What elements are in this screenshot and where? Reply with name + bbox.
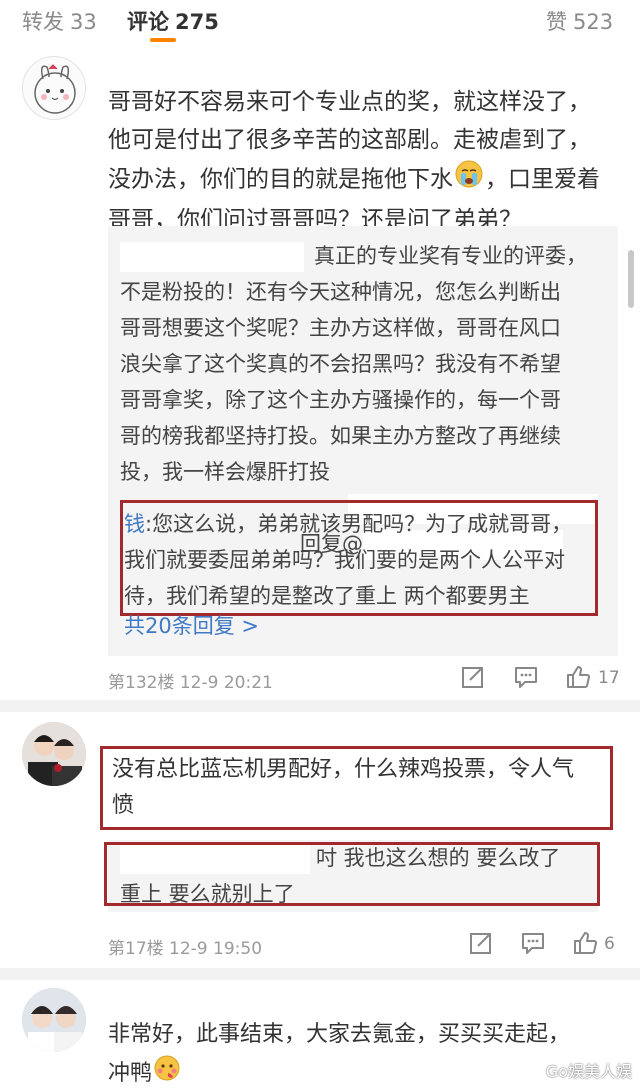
comment-tab-bar: 转发 33 评论 275 赞 523	[0, 0, 640, 44]
comment-meta-row: 第132楼 12-9 20:21 17	[108, 664, 620, 694]
reply-line: 浪尖拿了这个奖真的不会招黑吗？我没有不希望	[120, 352, 561, 376]
like-count: 17	[598, 668, 620, 688]
highlight-frame	[100, 746, 613, 830]
reply-line: 不是粉投的！还有今天这种情况，您怎么判断出	[120, 280, 561, 304]
reply-line: 哥哥想要这个奖呢？主办方这样做，哥哥在风口	[120, 316, 561, 340]
sketch-bunny-avatar-icon[interactable]	[22, 56, 86, 120]
like-icon[interactable]	[565, 664, 591, 690]
tab-comments[interactable]: 评论 275	[127, 6, 219, 36]
floor-and-time: 第132楼 12-9 20:21	[108, 673, 273, 693]
tab-likes-count: 523	[573, 10, 614, 34]
floor-and-time: 第17楼 12-9 19:50	[108, 939, 263, 959]
tab-comments-label: 评论	[127, 10, 169, 34]
scrollbar-thumb[interactable]	[628, 250, 634, 308]
more-replies-link[interactable]: 共20条回复 >	[124, 608, 259, 644]
like-count: 6	[604, 934, 615, 954]
comment-line: 哥哥好不容易来可个专业点的奖，就这样没了，	[108, 89, 591, 115]
two-boys-photo-avatar-icon[interactable]	[22, 988, 86, 1052]
tab-repost-count: 33	[70, 10, 97, 34]
comment-line: 非常好，此事结束，大家去氪金，买买买走起，	[108, 1022, 571, 1047]
like-icon[interactable]	[572, 930, 598, 956]
repost-icon[interactable]	[468, 930, 494, 956]
reply-line: 投，我一样会爆肝打投	[120, 460, 330, 484]
tab-comments-count: 275	[175, 10, 219, 34]
highlight-frame	[120, 500, 598, 616]
comment-divider	[0, 968, 640, 980]
repost-icon[interactable]	[460, 664, 486, 690]
reply-line: 哥哥拿奖，除了这个主办方骚操作的，每一个哥	[120, 388, 561, 412]
reply-line: 真正的专业奖有专业的评委，	[120, 238, 610, 274]
comment-line: 他可是付出了很多辛苦的这部剧。走被虐到了，	[108, 127, 591, 153]
tab-repost-label: 转发	[22, 10, 64, 34]
redacted-username	[120, 242, 304, 272]
tab-likes[interactable]: 赞 523	[546, 6, 613, 36]
couple-photo-avatar-icon[interactable]	[22, 722, 86, 786]
comment-icon[interactable]	[513, 664, 539, 690]
comment-line-part: 没办法，你们的目的就是拖他下水	[108, 166, 453, 193]
comment-icon[interactable]	[520, 930, 546, 956]
reply-line-part: 真正的专业奖有专业的评委，	[314, 244, 587, 268]
comment-line-part: ，口里爱着	[485, 166, 600, 193]
reply-line: 哥的榜我都坚持打投。如果主办方整改了再继续	[120, 424, 561, 448]
comment-divider	[0, 700, 640, 712]
blushing-face-icon	[152, 1053, 182, 1091]
highlight-frame	[104, 842, 600, 906]
crying-face-icon	[453, 159, 485, 201]
comment-body: 哥哥好不容易来可个专业点的奖，就这样没了， 他可是付出了很多辛苦的这部剧。走被虐…	[108, 83, 628, 239]
watermark-text: Go娱美人娱	[545, 1062, 632, 1081]
tab-repost[interactable]: 转发 33	[22, 6, 97, 36]
comment-line: 没办法，你们的目的就是拖他下水 ，口里爱着	[108, 159, 628, 201]
comment-line-part: 冲鸭	[108, 1061, 153, 1086]
comment-meta-row: 第17楼 12-9 19:50 6	[108, 930, 620, 960]
active-tab-indicator	[150, 38, 176, 42]
tab-likes-label: 赞	[546, 10, 567, 34]
